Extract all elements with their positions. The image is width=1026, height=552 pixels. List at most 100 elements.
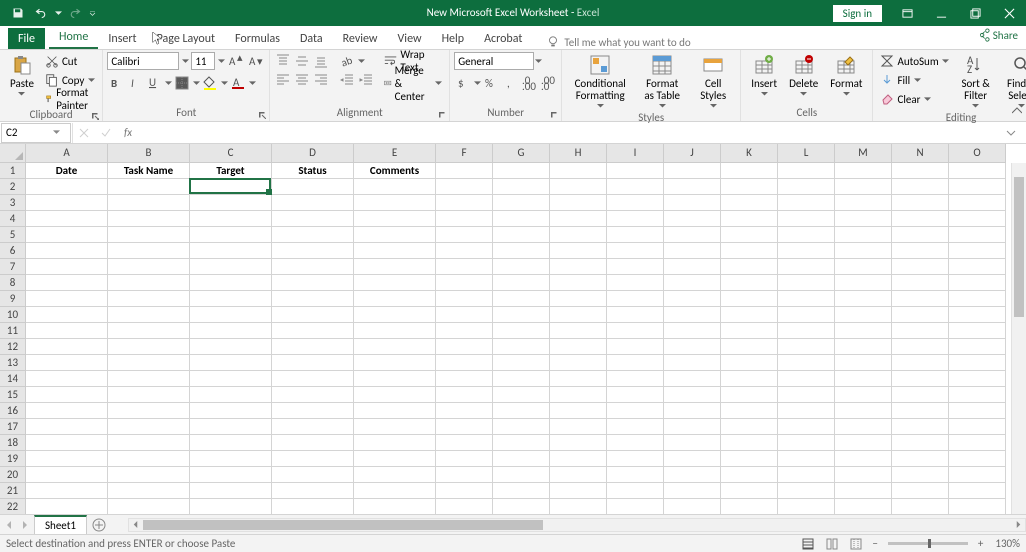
number-format-input[interactable] [454, 52, 534, 70]
font-size-input[interactable] [191, 52, 215, 70]
scrollbar-thumb[interactable] [1014, 177, 1024, 317]
cell[interactable] [664, 195, 721, 211]
ribbon-display-icon[interactable] [890, 0, 924, 26]
cell[interactable] [108, 387, 190, 403]
row-header[interactable]: 18 [0, 435, 26, 451]
tell-me-search[interactable]: Tell me what you want to do [546, 35, 690, 49]
cell[interactable] [26, 195, 108, 211]
cell[interactable] [778, 419, 835, 435]
cell[interactable] [721, 243, 778, 259]
cell[interactable] [778, 387, 835, 403]
cell[interactable] [108, 275, 190, 291]
minimize-icon[interactable] [924, 0, 958, 26]
cell[interactable] [778, 467, 835, 483]
cell[interactable] [108, 339, 190, 355]
cell[interactable] [607, 483, 664, 499]
cell[interactable] [721, 323, 778, 339]
normal-view-icon[interactable] [798, 537, 818, 551]
cell[interactable] [721, 355, 778, 371]
comma-format-button[interactable]: , [501, 74, 519, 92]
cell[interactable] [26, 451, 108, 467]
delete-cells-button[interactable]: Delete [783, 52, 824, 98]
fill-color-button[interactable] [201, 74, 219, 92]
cell[interactable] [550, 323, 607, 339]
cell[interactable] [190, 483, 272, 499]
horizontal-scrollbar[interactable] [128, 518, 1026, 532]
sign-in-button[interactable]: Sign in [833, 5, 882, 22]
cell[interactable] [721, 419, 778, 435]
cell[interactable] [778, 339, 835, 355]
dialog-launcher-icon[interactable] [549, 110, 559, 120]
cell[interactable] [272, 483, 354, 499]
cell[interactable] [949, 499, 1006, 514]
cell[interactable] [436, 419, 493, 435]
cell[interactable] [664, 179, 721, 195]
row-header[interactable]: 10 [0, 307, 26, 323]
cell[interactable] [607, 371, 664, 387]
cell[interactable] [493, 499, 550, 514]
cell[interactable] [835, 291, 892, 307]
underline-button[interactable]: U [145, 74, 163, 92]
orientation-button[interactable]: ab [338, 52, 356, 70]
column-header[interactable]: D [272, 144, 354, 163]
undo-icon[interactable] [31, 3, 51, 23]
name-box-dropdown-icon[interactable] [52, 124, 60, 142]
dialog-launcher-icon[interactable] [437, 110, 447, 120]
cell[interactable] [721, 451, 778, 467]
cell[interactable] [26, 339, 108, 355]
cell[interactable] [607, 323, 664, 339]
cell[interactable] [607, 259, 664, 275]
cell[interactable] [664, 371, 721, 387]
cell[interactable] [664, 499, 721, 514]
cell[interactable] [835, 435, 892, 451]
tab-page-layout[interactable]: Page Layout [147, 28, 225, 49]
cell[interactable] [108, 451, 190, 467]
cell[interactable] [607, 355, 664, 371]
cell-styles-button[interactable]: Cell Styles [690, 52, 736, 111]
cell[interactable] [272, 243, 354, 259]
cell[interactable] [835, 419, 892, 435]
cell[interactable] [778, 355, 835, 371]
cell[interactable] [721, 371, 778, 387]
cell[interactable] [835, 195, 892, 211]
cell[interactable] [354, 243, 436, 259]
cell[interactable] [892, 403, 949, 419]
cell[interactable] [778, 435, 835, 451]
cell[interactable] [721, 499, 778, 514]
cell[interactable] [892, 307, 949, 323]
cell[interactable] [436, 227, 493, 243]
cell[interactable] [493, 307, 550, 323]
cell[interactable] [26, 435, 108, 451]
cell[interactable] [892, 323, 949, 339]
column-header[interactable]: E [354, 144, 436, 163]
cell[interactable] [354, 211, 436, 227]
tab-insert[interactable]: Insert [98, 28, 146, 49]
cell[interactable] [493, 243, 550, 259]
cell[interactable] [493, 403, 550, 419]
column-header[interactable]: G [493, 144, 550, 163]
row-header[interactable]: 17 [0, 419, 26, 435]
cell[interactable] [190, 211, 272, 227]
cell[interactable] [272, 339, 354, 355]
italic-button[interactable]: I [126, 74, 144, 92]
cell[interactable] [949, 163, 1006, 179]
cell[interactable] [607, 419, 664, 435]
cell[interactable] [493, 339, 550, 355]
row-header[interactable]: 12 [0, 339, 26, 355]
chevron-down-icon[interactable] [473, 74, 481, 92]
sheet-nav-next-icon[interactable] [18, 517, 32, 533]
cell[interactable] [190, 179, 272, 195]
cell[interactable] [550, 195, 607, 211]
cell[interactable] [436, 355, 493, 371]
cell[interactable] [892, 243, 949, 259]
find-select-button[interactable]: Find & Select [999, 52, 1026, 111]
cell[interactable] [892, 227, 949, 243]
cell[interactable] [354, 483, 436, 499]
cell[interactable] [493, 291, 550, 307]
cell[interactable] [949, 387, 1006, 403]
cell[interactable] [26, 323, 108, 339]
cell[interactable] [436, 259, 493, 275]
share-button[interactable]: Share [976, 28, 1018, 42]
row-header[interactable]: 14 [0, 371, 26, 387]
cell[interactable] [664, 259, 721, 275]
